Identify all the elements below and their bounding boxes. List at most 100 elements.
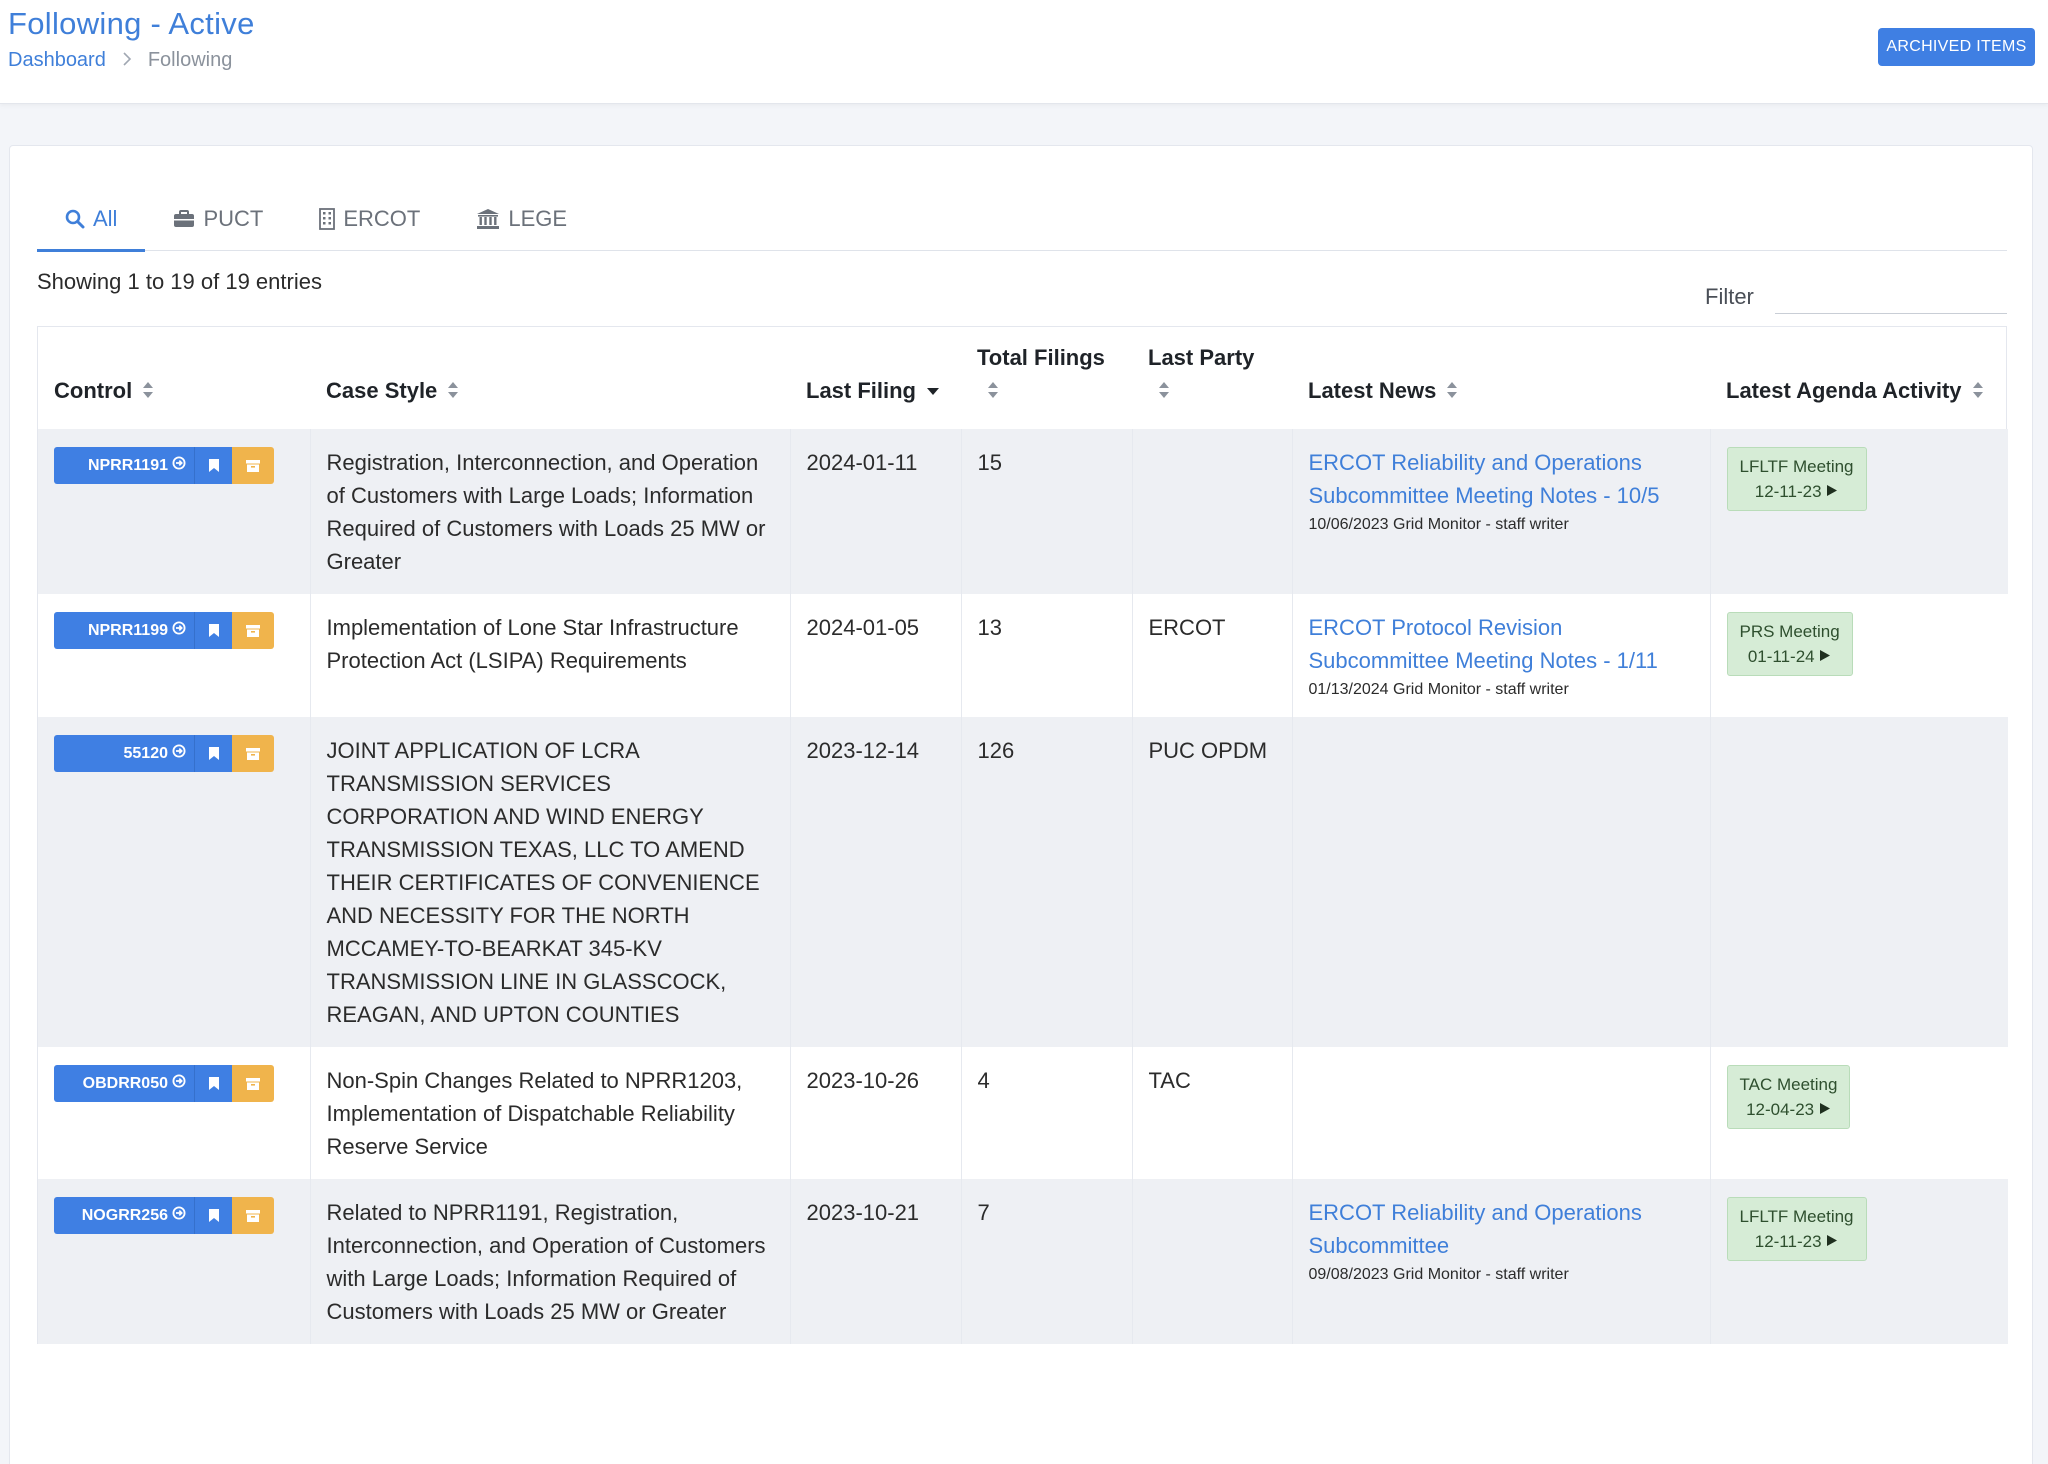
table-row: NOGRR256 Related to NPRR1191, Registrati… xyxy=(38,1179,2008,1344)
control-button-group: NPRR1191 xyxy=(54,447,274,484)
agenda-name: PRS Meeting xyxy=(1739,622,1840,641)
agenda-badge[interactable]: LFLTF Meeting 12-11-23 xyxy=(1726,1197,1867,1261)
news-link[interactable]: ERCOT Protocol Revision Subcommittee Mee… xyxy=(1309,611,1694,677)
cell-control: NOGRR256 xyxy=(38,1179,311,1344)
arrow-circle-icon xyxy=(172,737,186,770)
page-title: Following - Active xyxy=(8,6,255,41)
following-table: Control Case Style Last Filing Total Fil… xyxy=(37,326,2008,1344)
control-code-button[interactable]: OBDRR050 xyxy=(54,1065,194,1102)
archive-button[interactable] xyxy=(232,1197,274,1234)
sort-icon xyxy=(142,376,154,409)
col-control-label: Control xyxy=(54,378,133,404)
agenda-name: TAC Meeting xyxy=(1739,1075,1838,1094)
col-case-style-label: Case Style xyxy=(326,378,438,404)
agenda-date: 12-04-23 xyxy=(1746,1100,1815,1119)
cell-latest-agenda: LFLTF Meeting 12-11-23 xyxy=(1710,1179,2008,1344)
play-icon xyxy=(1819,647,1831,666)
arrow-circle-icon xyxy=(172,1067,186,1100)
tab-puct-label: PUCT xyxy=(203,205,264,231)
cell-latest-agenda: LFLTF Meeting 12-11-23 xyxy=(1710,429,2008,594)
sort-icon xyxy=(447,376,459,409)
cell-last-party xyxy=(1132,1179,1293,1344)
bookmark-button[interactable] xyxy=(194,1065,232,1102)
news-link[interactable]: ERCOT Reliability and Operations Subcomm… xyxy=(1309,446,1694,512)
bookmark-button[interactable] xyxy=(194,1197,232,1234)
archive-box-icon xyxy=(245,614,261,647)
archive-button[interactable] xyxy=(232,1065,274,1102)
col-last-filing[interactable]: Last Filing xyxy=(790,327,961,429)
cell-total-filings: 126 xyxy=(961,717,1133,1047)
cell-latest-agenda xyxy=(1710,717,2008,1047)
entries-info: Showing 1 to 19 of 19 entries xyxy=(37,269,322,294)
col-latest-news[interactable]: Latest News xyxy=(1292,327,1710,429)
cell-last-party: ERCOT xyxy=(1132,594,1293,717)
control-code: OBDRR050 xyxy=(82,1075,168,1092)
agenda-date-line: 12-04-23 xyxy=(1740,1097,1838,1122)
filter-input[interactable] xyxy=(1775,278,2007,314)
tab-puct[interactable]: PUCT xyxy=(145,186,291,251)
breadcrumb-dashboard-link[interactable]: Dashboard xyxy=(8,49,106,72)
control-button-group: NPRR1199 xyxy=(54,612,274,649)
col-control[interactable]: Control xyxy=(38,327,310,429)
bookmark-button[interactable] xyxy=(194,735,232,772)
following-card: All PUCT ERCOT LEGE Showing 1 to 19 of 1… xyxy=(9,145,2033,1464)
agenda-date-line: 12-11-23 xyxy=(1740,1229,1854,1254)
tab-all[interactable]: All xyxy=(37,186,146,252)
tab-lege[interactable]: LEGE xyxy=(448,186,595,251)
bookmark-icon xyxy=(208,1067,220,1100)
archive-button[interactable] xyxy=(232,735,274,772)
control-code-button[interactable]: 55120 xyxy=(54,735,194,772)
cell-last-party xyxy=(1132,429,1293,594)
cell-latest-agenda: PRS Meeting 01-11-24 xyxy=(1710,594,2008,717)
control-code-button[interactable]: NPRR1199 xyxy=(54,612,194,649)
archived-items-button[interactable]: ARCHIVED ITEMS xyxy=(1878,28,2035,66)
breadcrumb-chevron-icon xyxy=(122,50,132,71)
col-latest-agenda[interactable]: Latest Agenda Activity xyxy=(1710,327,2008,429)
archive-button[interactable] xyxy=(232,447,274,484)
search-icon xyxy=(65,209,85,229)
archive-box-icon xyxy=(245,1067,261,1100)
control-code-button[interactable]: NPRR1191 xyxy=(54,447,194,484)
archive-button[interactable] xyxy=(232,612,274,649)
col-last-filing-label: Last Filing xyxy=(806,378,916,404)
col-last-party-label: Last Party xyxy=(1148,345,1255,371)
control-code: NPRR1199 xyxy=(87,622,168,639)
play-icon xyxy=(1826,1232,1838,1251)
sort-icon xyxy=(1158,376,1170,409)
cell-last-filing: 2023-10-21 xyxy=(790,1179,962,1344)
sort-icon xyxy=(987,376,999,409)
agenda-badge[interactable]: PRS Meeting 01-11-24 xyxy=(1726,612,1853,676)
col-total-filings[interactable]: Total Filings xyxy=(961,327,1132,429)
cell-total-filings: 15 xyxy=(961,429,1133,594)
bookmark-icon xyxy=(208,1199,220,1232)
agenda-date: 12-11-23 xyxy=(1754,1232,1822,1251)
col-last-party[interactable]: Last Party xyxy=(1132,327,1292,429)
archive-box-icon xyxy=(245,1199,261,1232)
cell-latest-news xyxy=(1292,1047,1711,1179)
cell-control: 55120 xyxy=(38,717,311,1047)
sort-icon xyxy=(1446,376,1458,409)
tab-ercot[interactable]: ERCOT xyxy=(291,186,448,251)
tab-all-label: All xyxy=(93,205,118,231)
building-icon xyxy=(319,207,336,230)
news-link[interactable]: ERCOT Reliability and Operations Subcomm… xyxy=(1309,1196,1694,1262)
archive-box-icon xyxy=(245,737,261,770)
arrow-circle-icon xyxy=(172,449,186,482)
cell-case-style: Related to NPRR1191, Registration, Inter… xyxy=(310,1179,791,1344)
cell-latest-news: ERCOT Reliability and Operations Subcomm… xyxy=(1292,429,1711,594)
filter-label: Filter xyxy=(1705,284,1754,309)
agenda-badge[interactable]: LFLTF Meeting 12-11-23 xyxy=(1726,447,1867,511)
cell-last-filing: 2023-12-14 xyxy=(790,717,962,1047)
cell-latest-news xyxy=(1292,717,1711,1047)
agenda-badge[interactable]: TAC Meeting 12-04-23 xyxy=(1726,1065,1851,1129)
cell-control: NPRR1191 xyxy=(38,429,311,594)
cell-control: NPRR1199 xyxy=(38,594,311,717)
arrow-circle-icon xyxy=(172,614,186,647)
bookmark-button[interactable] xyxy=(194,447,232,484)
col-case-style[interactable]: Case Style xyxy=(310,327,790,429)
bookmark-button[interactable] xyxy=(194,612,232,649)
agenda-name: LFLTF Meeting xyxy=(1739,1207,1854,1226)
cell-latest-news: ERCOT Protocol Revision Subcommittee Mee… xyxy=(1292,594,1711,717)
control-code-button[interactable]: NOGRR256 xyxy=(54,1197,194,1234)
cell-control: OBDRR050 xyxy=(38,1047,311,1179)
